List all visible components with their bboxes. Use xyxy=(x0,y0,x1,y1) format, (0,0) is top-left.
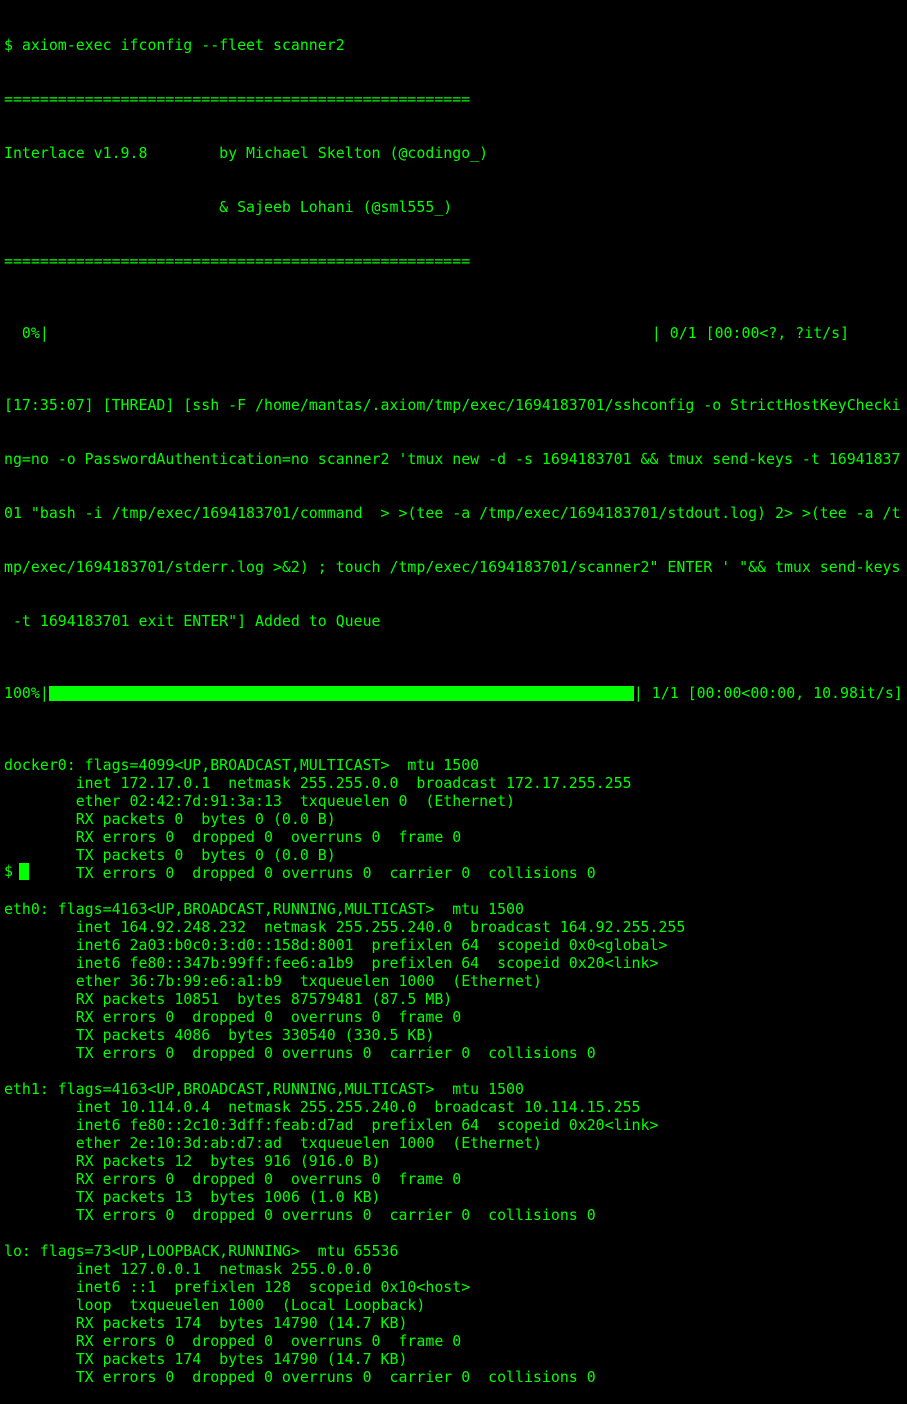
output-line: TX errors 0 dropped 0 overruns 0 carrier… xyxy=(4,864,596,882)
progress-initial-percent: 0%| xyxy=(4,324,49,342)
output-line: TX packets 4086 bytes 330540 (330.5 KB) xyxy=(4,1026,435,1044)
output-line: eth0: flags=4163<UP,BROADCAST,RUNNING,MU… xyxy=(4,900,524,918)
output-line: RX errors 0 dropped 0 overruns 0 frame 0 xyxy=(4,1332,462,1350)
output-line: TX errors 0 dropped 0 overruns 0 carrier… xyxy=(4,1044,596,1062)
output-line: TX errors 0 dropped 0 overruns 0 carrier… xyxy=(4,1368,596,1386)
output-line: inet6 2a03:b0c0:3:d0::158d:8001 prefixle… xyxy=(4,936,668,954)
terminal-window[interactable]: $ axiom-exec ifconfig --fleet scanner2 =… xyxy=(4,0,907,1404)
banner-rule-bottom: ========================================… xyxy=(4,252,471,270)
text-cursor xyxy=(18,862,29,880)
thread-log-line-1: [17:35:07] [THREAD] [ssh -F /home/mantas… xyxy=(4,396,901,414)
output-line: RX errors 0 dropped 0 overruns 0 frame 0 xyxy=(4,828,462,846)
output-line: RX errors 0 dropped 0 overruns 0 frame 0 xyxy=(4,1008,462,1026)
progress-bar-complete: 100%| | 1/1 [00:00<00:00, 10.98it/s] xyxy=(4,684,907,702)
output-line: docker0: flags=4099<UP,BROADCAST,MULTICA… xyxy=(4,756,480,774)
progress-bar-initial: 0%| | 0/1 [00:00<?, ?it/s] xyxy=(4,324,907,342)
output-line: TX packets 174 bytes 14790 (14.7 KB) xyxy=(4,1350,408,1368)
banner-version-line: Interlace v1.9.8 by Michael Skelton (@co… xyxy=(4,144,489,162)
thread-log-line-5: -t 1694183701 exit ENTER"] Added to Queu… xyxy=(4,612,381,630)
output-line: inet 164.92.248.232 netmask 255.255.240.… xyxy=(4,918,686,936)
output-line: RX packets 174 bytes 14790 (14.7 KB) xyxy=(4,1314,408,1332)
output-line: TX packets 0 bytes 0 (0.0 B) xyxy=(4,846,336,864)
thread-log-line-3: 01 "bash -i /tmp/exec/1694183701/command… xyxy=(4,504,901,522)
prompt-symbol: $ xyxy=(4,862,13,880)
output-line: ether 36:7b:99:e6:a1:b9 txqueuelen 1000 … xyxy=(4,972,542,990)
output-line: RX packets 12 bytes 916 (916.0 B) xyxy=(4,1152,381,1170)
output-line: inet 127.0.0.1 netmask 255.0.0.0 xyxy=(4,1260,372,1278)
output-line: inet 172.17.0.1 netmask 255.255.0.0 broa… xyxy=(4,774,632,792)
output-line: ether 02:42:7d:91:3a:13 txqueuelen 0 (Et… xyxy=(4,792,516,810)
output-line: TX packets 13 bytes 1006 (1.0 KB) xyxy=(4,1188,381,1206)
thread-log-line-2: ng=no -o PasswordAuthentication=no scann… xyxy=(4,450,901,468)
output-line: RX packets 10851 bytes 87579481 (87.5 MB… xyxy=(4,990,453,1008)
output-line: lo: flags=73<UP,LOOPBACK,RUNNING> mtu 65… xyxy=(4,1242,399,1260)
progress-complete-status: | 1/1 [00:00<00:00, 10.98it/s] xyxy=(633,684,903,702)
thread-log-line-4: mp/exec/1694183701/stderr.log >&2) ; tou… xyxy=(4,558,901,576)
banner-rule-top: ========================================… xyxy=(4,90,471,108)
output-line: eth1: flags=4163<UP,BROADCAST,RUNNING,MU… xyxy=(4,1080,524,1098)
progress-complete-fill xyxy=(48,685,634,701)
progress-complete-percent: 100%| xyxy=(4,684,49,702)
output-line: inet6 fe80::347b:99ff:fee6:a1b9 prefixle… xyxy=(4,954,659,972)
ifconfig-output: docker0: flags=4099<UP,BROADCAST,MULTICA… xyxy=(4,756,907,1386)
output-line: inet6 ::1 prefixlen 128 scopeid 0x10<hos… xyxy=(4,1278,471,1296)
shell-prompt[interactable]: $ xyxy=(4,862,29,880)
output-line: inet 10.114.0.4 netmask 255.255.240.0 br… xyxy=(4,1098,641,1116)
output-line: inet6 fe80::2c10:3dff:feab:d7ad prefixle… xyxy=(4,1116,659,1134)
command-line: $ axiom-exec ifconfig --fleet scanner2 xyxy=(4,36,345,54)
output-line: TX errors 0 dropped 0 overruns 0 carrier… xyxy=(4,1206,596,1224)
output-line: ether 2e:10:3d:ab:d7:ad txqueuelen 1000 … xyxy=(4,1134,542,1152)
output-line: loop txqueuelen 1000 (Local Loopback) xyxy=(4,1296,426,1314)
output-line: RX packets 0 bytes 0 (0.0 B) xyxy=(4,810,336,828)
progress-initial-status: | 0/1 [00:00<?, ?it/s] xyxy=(651,324,850,342)
output-line: RX errors 0 dropped 0 overruns 0 frame 0 xyxy=(4,1170,462,1188)
banner-authors-line: & Sajeeb Lohani (@sml555_) xyxy=(4,198,453,216)
